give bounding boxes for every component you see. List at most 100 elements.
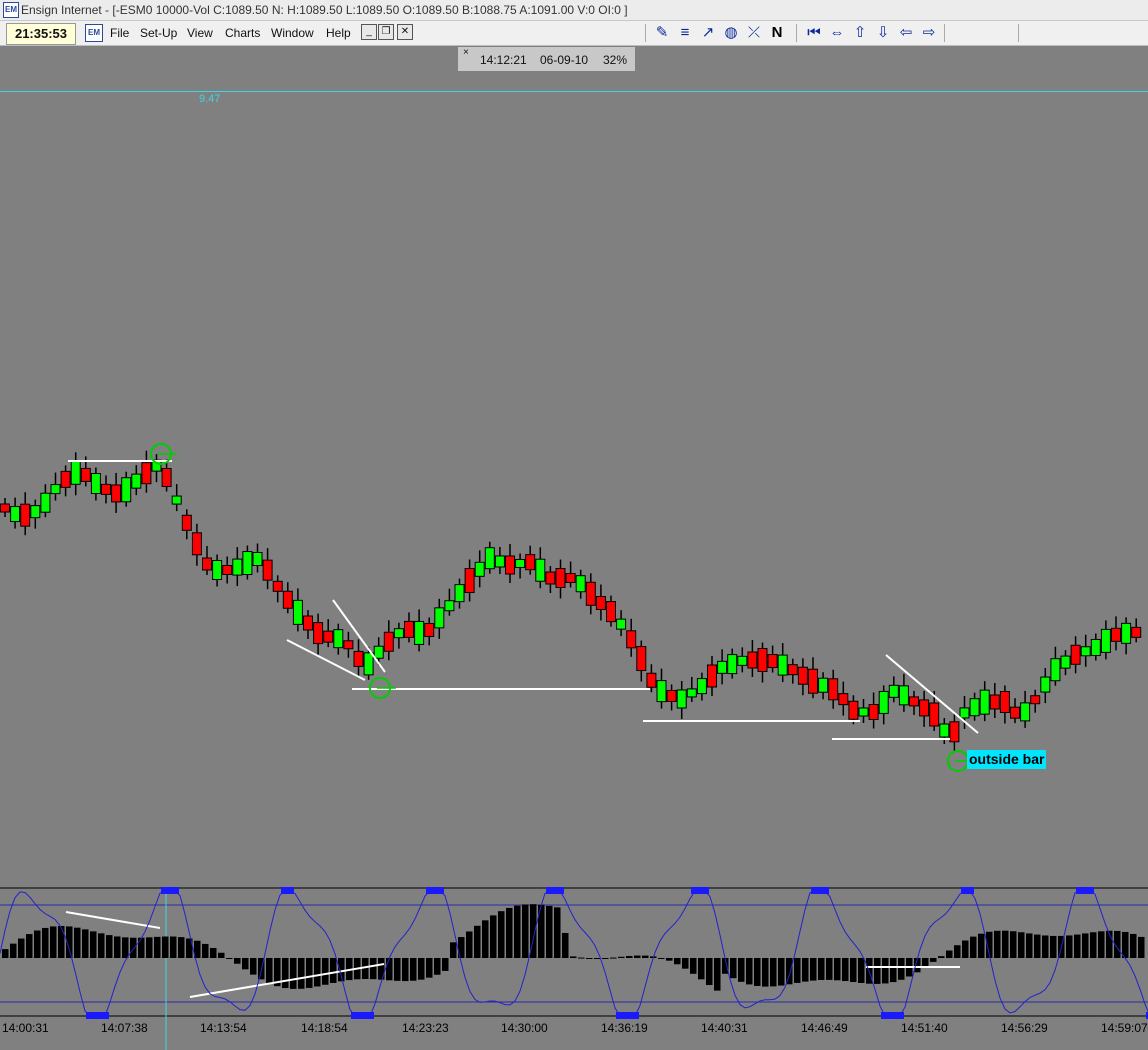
histogram-bar — [234, 958, 241, 964]
histogram-bar — [298, 958, 305, 989]
price-candles — [0, 450, 1142, 751]
histogram-bar — [18, 938, 25, 958]
candle-body — [171, 495, 182, 505]
candle-body — [1111, 627, 1121, 642]
candle-body — [40, 492, 51, 513]
histogram-bar — [922, 958, 929, 968]
histogram-bar — [1130, 933, 1137, 958]
osc-extreme-dot — [366, 1012, 374, 1019]
histogram-bar — [994, 930, 1001, 958]
candle-body — [848, 700, 859, 720]
candle-body — [888, 684, 899, 698]
candle-body — [10, 506, 21, 523]
histogram-bar — [314, 958, 321, 987]
candle-body — [191, 532, 202, 556]
histogram-bar — [10, 943, 17, 958]
histogram-bar — [898, 958, 905, 980]
candle-body — [505, 555, 515, 575]
histogram-bar — [114, 936, 121, 958]
histogram-bar — [178, 937, 185, 958]
histogram-bar — [90, 931, 97, 958]
histogram-bar — [106, 935, 113, 958]
candle-body — [323, 630, 334, 643]
histogram-bar — [138, 937, 145, 958]
candle-body — [595, 596, 606, 611]
candle-body — [343, 640, 354, 650]
histogram-bar — [162, 936, 169, 958]
candle-body — [434, 607, 445, 629]
candle-body — [383, 631, 394, 652]
histogram-bar — [858, 958, 865, 983]
histogram-bar — [562, 932, 569, 958]
histogram-bar — [450, 942, 457, 958]
candle-body — [1020, 702, 1031, 722]
candle-body — [545, 571, 556, 585]
histogram-bar — [554, 907, 561, 958]
histogram-bar — [682, 958, 689, 969]
candle-body — [575, 575, 586, 593]
time-label: 14:59:07 — [1101, 1021, 1148, 1035]
histogram-bar — [618, 956, 625, 958]
candle-body — [333, 629, 344, 649]
candle-body — [141, 462, 152, 485]
histogram-bar — [146, 937, 153, 958]
candle-body — [424, 622, 435, 637]
candle-body — [303, 615, 313, 631]
histogram-bar — [266, 958, 273, 984]
candle-body — [20, 503, 31, 527]
histogram-bar — [226, 958, 233, 959]
histogram-bar — [962, 940, 969, 958]
time-label: 14:56:29 — [1001, 1021, 1048, 1035]
candle-body — [686, 688, 697, 698]
histogram-bar — [938, 956, 945, 958]
candle-body — [959, 707, 970, 719]
histogram-bar — [474, 925, 481, 958]
histogram-bar — [202, 943, 209, 958]
time-label: 14:36:19 — [601, 1021, 648, 1035]
candle-body — [717, 660, 728, 674]
candle-body — [828, 678, 839, 701]
candle-body — [252, 552, 263, 566]
candle-body — [353, 650, 364, 667]
histogram-bar — [1002, 930, 1009, 958]
candle-body — [868, 704, 879, 720]
candle-body — [232, 558, 243, 576]
candle-body — [626, 630, 637, 649]
candle-body — [444, 600, 455, 612]
candle-body — [1080, 646, 1091, 657]
candle-body — [393, 628, 404, 639]
candle-body — [979, 689, 990, 715]
time-label: 14:23:23 — [402, 1021, 449, 1035]
osc-extreme-dot — [286, 887, 294, 894]
histogram-bar — [586, 958, 593, 959]
histogram-bar — [26, 934, 33, 958]
candle-body — [585, 581, 596, 606]
candle-body — [969, 698, 980, 717]
candle-body — [646, 672, 657, 688]
histogram-bar — [738, 958, 745, 982]
histogram-bar — [1090, 932, 1097, 958]
candle-body — [727, 654, 738, 675]
histogram-bar — [778, 958, 785, 986]
candle-body — [363, 652, 374, 676]
histogram-bar — [954, 945, 961, 958]
histogram-bar — [410, 958, 417, 981]
time-label: 14:30:00 — [501, 1021, 548, 1035]
histogram-bar — [426, 958, 433, 978]
time-label: 14:07:38 — [101, 1021, 148, 1035]
histogram-bar — [818, 958, 825, 981]
candle-body — [878, 690, 889, 714]
osc-trend-line — [65, 911, 161, 929]
candle-body — [30, 505, 41, 519]
histogram-bar — [370, 958, 377, 980]
histogram-bar — [642, 955, 649, 958]
histogram-bar — [978, 933, 985, 958]
candle-body — [50, 484, 61, 495]
osc-extreme-dot — [701, 887, 709, 894]
candlestick-chart[interactable] — [0, 0, 1148, 1050]
histogram-bar — [522, 904, 529, 958]
candle-body — [696, 678, 707, 695]
candle-body — [101, 483, 111, 495]
candle-body — [1060, 655, 1071, 669]
candle-body — [565, 573, 576, 583]
